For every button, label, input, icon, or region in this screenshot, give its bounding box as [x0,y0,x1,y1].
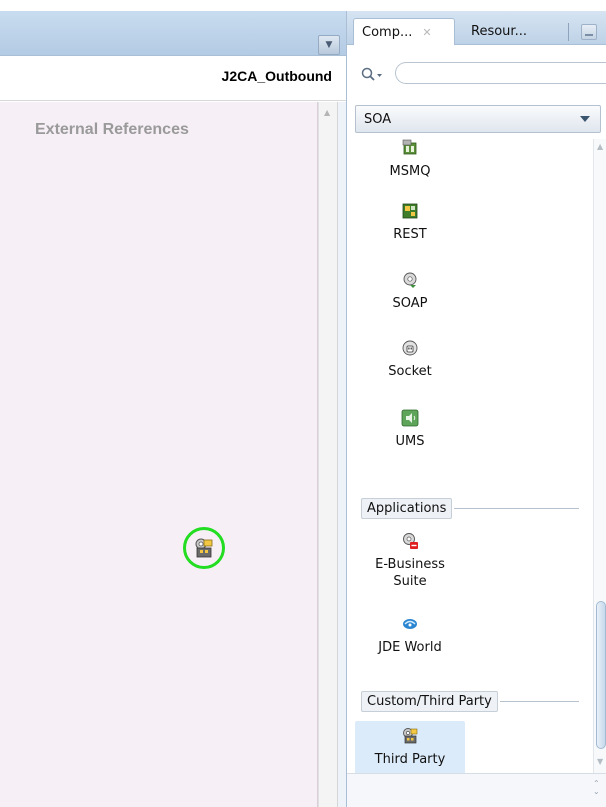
tab-components[interactable]: Comp... ✕ [353,18,455,45]
minimize-button[interactable] [581,24,597,40]
category-dropdown[interactable]: SOA [355,105,601,133]
palette-search-row [347,45,606,100]
palette-item-e-business-suite[interactable]: E-Business Suite [355,532,465,590]
swimlane-heading: External References [35,121,189,138]
palette-item-third-party[interactable]: Third Party [355,721,465,773]
group-divider [499,700,579,702]
tab-label: Comp... [362,24,413,40]
palette-item-msmq[interactable]: MSMQ [355,139,465,180]
group-divider [454,507,579,509]
palette-item-jde-world[interactable]: JDE World [355,615,465,656]
tab-resources[interactable]: Resour... [463,18,563,45]
palette-tab-bar: Comp... ✕ Resour... [347,11,606,45]
item-label-line2: Suite [393,574,427,589]
tab-separator [568,23,569,41]
canvas-vertical-scrollbar[interactable]: ▲ [318,102,338,807]
scroll-up-icon[interactable]: ▲ [597,142,603,151]
scrollbar-thumb[interactable] [596,601,606,749]
group-header-applications[interactable]: Applications [361,497,579,519]
group-header-custom-third-party[interactable]: Custom/Third Party [361,690,579,712]
search-input[interactable] [395,62,606,84]
window-top-strip [0,0,606,11]
ums-icon [401,409,419,427]
search-icon[interactable] [361,66,385,84]
third-party-adapter-icon [195,538,213,558]
soap-icon [403,272,417,288]
scroll-down-icon[interactable]: ▼ [597,757,603,766]
rest-icon [402,203,418,219]
e-business-suite-icon [403,533,418,549]
item-label: Socket [388,364,432,379]
group-label: Custom/Third Party [361,690,498,712]
component-palette: Comp... ✕ Resour... SOA MSMQ REST SOAP S… [346,11,606,807]
expand-collapse-icon[interactable]: ⌃ ⌄ [593,780,600,796]
chevron-down-icon: ▼ [325,40,333,50]
msmq-icon [402,139,417,155]
third-party-reference-node[interactable] [183,527,225,569]
editor-title-bar: J2CA_Outbound [0,56,346,101]
jde-world-icon [403,619,417,629]
item-label: MSMQ [389,164,431,179]
panel-divider[interactable] [338,102,346,807]
chevron-down-icon [580,116,590,122]
group-label: Applications [361,497,453,519]
scroll-up-icon[interactable]: ▲ [324,108,330,117]
item-label: UMS [395,434,425,449]
composite-title: J2CA_Outbound [221,68,332,84]
editor-header-bar: ▼ [0,11,346,56]
palette-item-ums[interactable]: UMS [355,409,465,450]
palette-item-soap[interactable]: SOAP [355,271,465,312]
tab-label: Resour... [471,24,527,39]
socket-icon [402,340,418,356]
item-label: SOAP [392,296,428,311]
design-canvas[interactable]: External References [0,102,318,807]
item-label: Third Party [374,752,446,767]
close-icon[interactable]: ✕ [422,26,431,39]
item-label-line1: E-Business [375,557,445,572]
item-label: JDE World [378,640,442,655]
palette-vertical-scrollbar[interactable]: ▲ ▼ [593,139,606,773]
category-value: SOA [364,111,392,127]
third-party-icon [403,728,418,744]
palette-item-rest[interactable]: REST [355,202,465,243]
palette-item-socket[interactable]: Socket [355,339,465,380]
palette-bottom-bar: ⌃ ⌄ [347,773,606,807]
editor-dropdown-button[interactable]: ▼ [318,35,340,55]
item-label: REST [393,227,427,242]
palette-item-list: MSMQ REST SOAP Socket UMS Applications E… [347,139,593,773]
